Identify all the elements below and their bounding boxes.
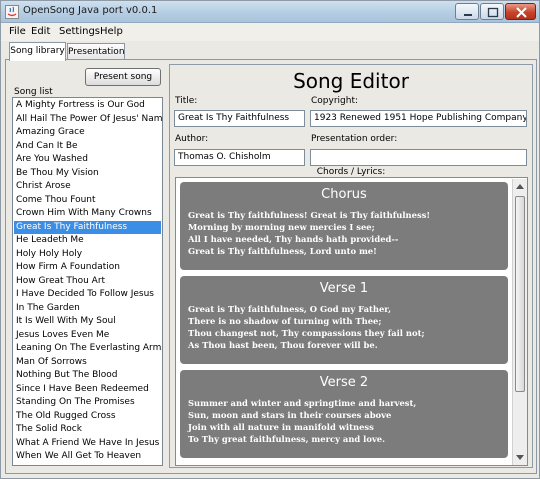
song-list-item[interactable]: Leaning On The Everlasting Arms [14,342,162,355]
section-title: Verse 1 [319,281,369,296]
song-list-label: Song list [14,87,53,97]
lyric-line: There is no shadow of turning with Thee; [188,316,382,326]
title-label: Title: [175,96,198,106]
song-list-item[interactable]: How Great Thou Art [14,275,161,288]
editor-heading: Song Editor [293,69,409,93]
chords-lyrics-label: Chords / Lyrics: [316,167,386,177]
lyric-line: Thou changest not, Thy compassions they … [188,328,425,338]
lyrics-section[interactable]: Chorus Great is Thy faithfulness! Great i… [180,182,508,270]
close-icon [516,7,527,18]
presentation-order-input[interactable] [310,149,527,166]
title-input[interactable]: Great Is Thy Faithfulness [174,110,305,127]
minimize-icon [464,14,472,16]
app-window: OpenSong Java port v0.0.1 File Edit Sett… [0,0,540,479]
author-label: Author: [175,134,209,144]
song-list-item[interactable]: In The Garden [14,302,161,315]
song-list-item[interactable]: Amazing Grace [14,126,161,139]
lyrics-area[interactable]: Chorus Great is Thy faithfulness! Great i… [175,177,528,466]
lyric-line: Sun, moon and stars in their courses abo… [188,410,392,420]
song-list-item[interactable]: Nothing But The Blood [14,369,161,382]
maximize-icon [487,7,499,18]
scroll-thumb[interactable] [515,196,525,392]
song-list-item[interactable]: Great Is Thy Faithfulness [14,220,161,234]
song-list-item[interactable]: All Hail The Power Of Jesus' Name [14,113,162,126]
minimize-button[interactable] [455,3,479,20]
present-song-button[interactable]: Present song [85,68,161,86]
section-title: Verse 2 [319,375,369,390]
lyric-line: As Thou hast been, Thou forever will be. [188,340,378,350]
copyright-label: Copyright: [311,96,359,106]
song-list-item[interactable]: The Solid Rock [14,423,161,436]
lyric-line: Great is Thy faithfulness! Great is Thy … [188,210,431,220]
song-list-item[interactable]: The Old Rugged Cross [14,410,161,423]
copyright-input[interactable]: 1923 Renewed 1951 Hope Publishing Compan… [310,110,527,127]
song-list-item[interactable]: He Leadeth Me [14,234,161,247]
song-list-item[interactable]: Since I Have Been Redeemed [14,383,161,396]
lyric-line: Join with all nature in manifold witness [188,422,374,432]
lyric-line: To Thy great faithfulness, mercy and lov… [188,434,386,444]
section-title: Chorus [321,187,367,202]
java-app-icon [5,5,19,19]
lyric-line: Summer and winter and springtime and har… [188,398,417,408]
menu-bar: File Edit Settings Help [1,23,539,41]
maximize-button[interactable] [480,3,504,20]
close-button[interactable] [505,3,536,20]
song-list-item[interactable]: Jesus Loves Even Me [14,329,161,342]
song-list-item[interactable]: Crown Him With Many Crowns [14,207,161,220]
song-list-item[interactable]: When We All Get To Heaven [14,450,161,463]
song-list-item[interactable]: It Is Well With My Soul [14,315,161,328]
window-title: OpenSong Java port v0.0.1 [23,5,158,16]
song-list-item[interactable]: Holy Holy Holy [14,248,161,261]
song-list-item[interactable]: Come Thou Fount [14,194,161,207]
author-input[interactable]: Thomas O. Chisholm [174,149,305,166]
lyrics-section[interactable]: Verse 2 Summer and winter and springtime … [180,370,508,458]
title-bar[interactable]: OpenSong Java port v0.0.1 [1,1,539,23]
lyrics-section[interactable]: Verse 1 Great is Thy faithfulness, O God … [180,276,508,364]
lyric-line: All I have needed, Thy hands hath provid… [188,234,399,244]
lyric-line: Great is Thy faithfulness, O God my Fath… [188,304,392,314]
lyric-line: Morning by morning new mercies I see; [188,222,375,232]
menu-file[interactable]: File [9,26,26,37]
song-list-item[interactable]: What A Friend We Have In Jesus [14,437,161,450]
menu-settings[interactable]: Settings [59,26,100,37]
song-list-item[interactable]: Man Of Sorrows [14,356,161,369]
lyric-line: Great is Thy faithfulness, Lord unto me! [188,246,377,256]
song-list-item[interactable]: And Can It Be [14,140,161,153]
song-list-item[interactable]: Are You Washed [14,153,161,166]
song-list-item[interactable]: A Mighty Fortress is Our God [14,99,161,112]
menu-edit[interactable]: Edit [31,26,50,37]
lyrics-scrollbar[interactable] [512,179,527,465]
menu-help[interactable]: Help [100,26,123,37]
scroll-down-arrow-icon[interactable] [516,455,524,460]
presentation-order-label: Presentation order: [311,134,398,144]
tab-song-library[interactable]: Song library [9,42,66,61]
scroll-up-arrow-icon[interactable] [516,184,524,189]
song-list-item[interactable]: Christ Arose [14,180,161,193]
song-list[interactable]: A Mighty Fortress is Our God All Hail The… [12,97,163,466]
song-list-item[interactable]: I Have Decided To Follow Jesus [14,288,161,301]
song-list-item[interactable]: Be Thou My Vision [14,167,161,180]
song-list-item[interactable]: How Firm A Foundation [14,261,161,274]
song-list-item[interactable]: Standing On The Promises [14,396,161,409]
